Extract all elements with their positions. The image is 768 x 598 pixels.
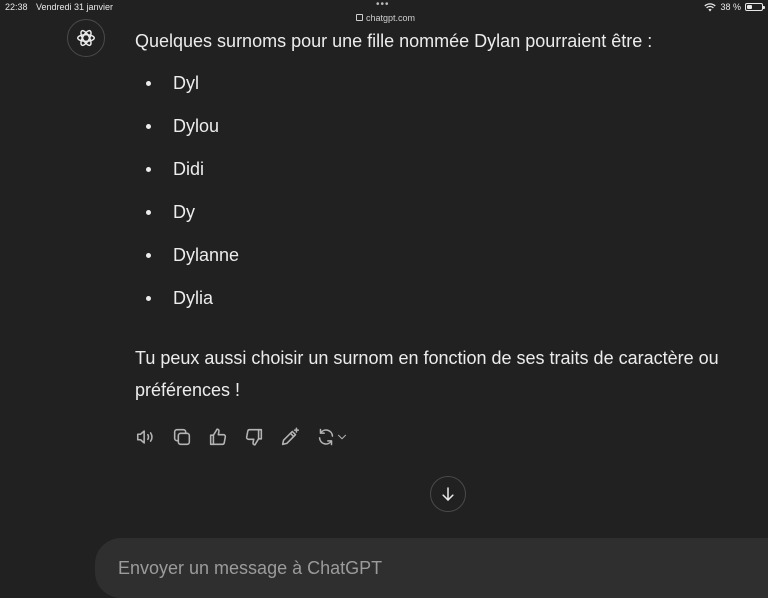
copy-button[interactable] (171, 424, 207, 450)
outro-line-2: préférences ! (135, 380, 241, 400)
address-bar[interactable]: chatgpt.com (356, 13, 415, 23)
list-item: Dylanne (145, 245, 240, 265)
battery-percent: 38 % (720, 2, 741, 12)
thumbs-up-icon (209, 428, 227, 446)
regenerate-icon (318, 428, 334, 446)
status-time: 22:38 (5, 2, 28, 12)
outro-line-1: Tu peux aussi choisir un surnom en fonct… (135, 348, 719, 368)
list-item: Dyl (146, 73, 199, 93)
bad-response-button[interactable] (243, 424, 279, 450)
message-input[interactable] (118, 555, 718, 581)
scroll-down-button[interactable] (430, 476, 466, 512)
read-aloud-button[interactable] (135, 424, 171, 450)
lock-icon (356, 14, 363, 21)
address-url: chatgpt.com (366, 13, 416, 23)
more-dots-icon[interactable]: ••• (376, 0, 390, 10)
status-indicators: 38 % (704, 2, 765, 12)
status-bar: 22:38 Vendredi 31 janvier ••• chatgpt.co… (0, 0, 768, 28)
message-outro: Tu peux aussi choisir un surnom en fonct… (135, 342, 719, 406)
good-response-button[interactable] (207, 424, 243, 450)
speaker-icon (136, 430, 153, 444)
message-intro: Quelques surnoms pour une fille nommée D… (135, 31, 653, 51)
regenerate-button[interactable] (315, 424, 355, 450)
battery-icon (745, 3, 765, 11)
edit-canvas-button[interactable] (279, 424, 315, 450)
assistant-message: Quelques surnoms pour une fille nommée D… (135, 29, 768, 400)
arrow-down-icon (442, 487, 454, 501)
list-item: Didi (145, 159, 205, 179)
message-actions (135, 424, 355, 450)
status-date: Vendredi 31 janvier (36, 2, 114, 12)
chatgpt-logo-icon (67, 19, 105, 57)
list-item: Dylou (145, 116, 220, 136)
chevron-down-icon (338, 434, 346, 440)
wifi-icon (704, 2, 717, 11)
message-composer (95, 538, 768, 598)
list-item: Dylia (145, 288, 214, 308)
copy-icon (173, 428, 191, 446)
thumbs-down-icon (245, 428, 263, 446)
list-item: Dy (146, 202, 195, 222)
edit-sparkle-icon (281, 427, 300, 446)
